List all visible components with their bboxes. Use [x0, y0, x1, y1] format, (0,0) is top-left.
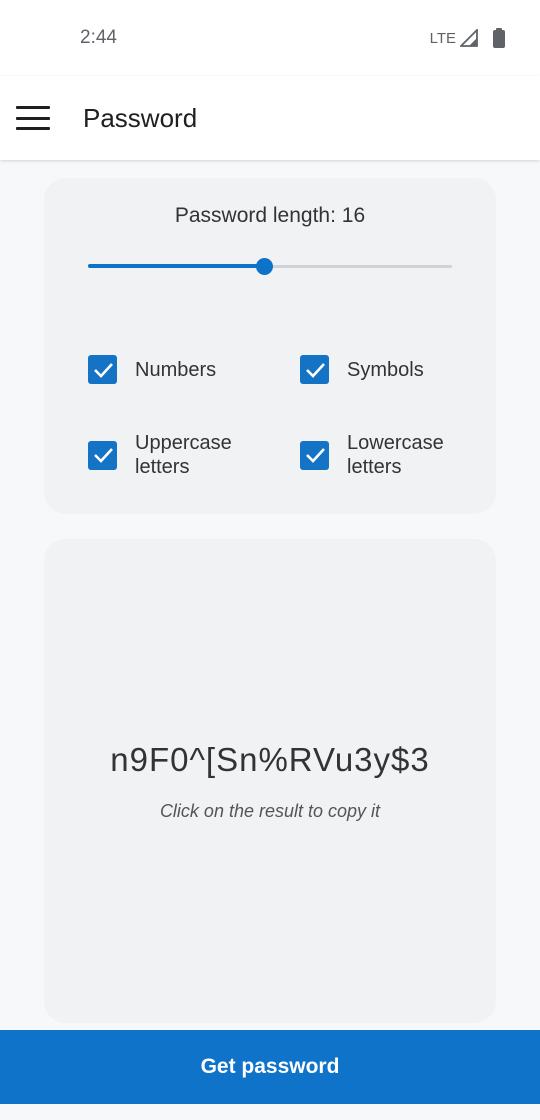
- slider-thumb[interactable]: [255, 258, 273, 275]
- copy-hint: Click on the result to copy it: [159, 801, 381, 821]
- uppercase-checkbox[interactable]: [88, 440, 117, 470]
- status-bar: 2:44 LTE: [0, 0, 540, 76]
- result-card[interactable]: n9F0^[Sn%RVu3y$3 Click on the result to …: [44, 539, 496, 1023]
- signal-icon: [460, 29, 478, 47]
- symbols-option[interactable]: Symbols: [300, 355, 424, 384]
- menu-icon[interactable]: [16, 103, 50, 133]
- numbers-option[interactable]: Numbers: [88, 355, 216, 384]
- settings-card: Password length: 16 Numbers Symbols Uppe…: [44, 178, 496, 514]
- checkmark-icon: [305, 448, 325, 463]
- lowercase-label: Lowercase letters: [347, 432, 444, 478]
- generated-password[interactable]: n9F0^[Sn%RVu3y$3: [44, 741, 496, 779]
- app-bar: Password: [0, 76, 540, 160]
- checkmark-icon: [93, 362, 113, 378]
- password-length-slider[interactable]: [88, 254, 452, 278]
- checkmark-icon: [305, 362, 325, 378]
- checkmark-icon: [93, 448, 113, 463]
- battery-icon: [493, 28, 505, 48]
- lowercase-checkbox[interactable]: [300, 440, 329, 470]
- status-time: 2:44: [80, 27, 117, 48]
- lowercase-option[interactable]: Lowercase letters: [300, 431, 444, 479]
- page-title: Password: [83, 103, 198, 133]
- slider-fill: [88, 264, 264, 268]
- symbols-checkbox[interactable]: [300, 355, 329, 384]
- numbers-checkbox[interactable]: [88, 355, 117, 384]
- numbers-label: Numbers: [135, 358, 217, 381]
- status-indicators: LTE: [430, 27, 506, 49]
- get-password-button[interactable]: Get password: [0, 1030, 540, 1104]
- uppercase-option[interactable]: Uppercase letters: [88, 431, 232, 479]
- password-length-label: Password length: 16: [174, 204, 366, 227]
- uppercase-label: Uppercase letters: [135, 432, 232, 478]
- network-type: LTE: [429, 29, 456, 47]
- symbols-label: Symbols: [347, 358, 424, 381]
